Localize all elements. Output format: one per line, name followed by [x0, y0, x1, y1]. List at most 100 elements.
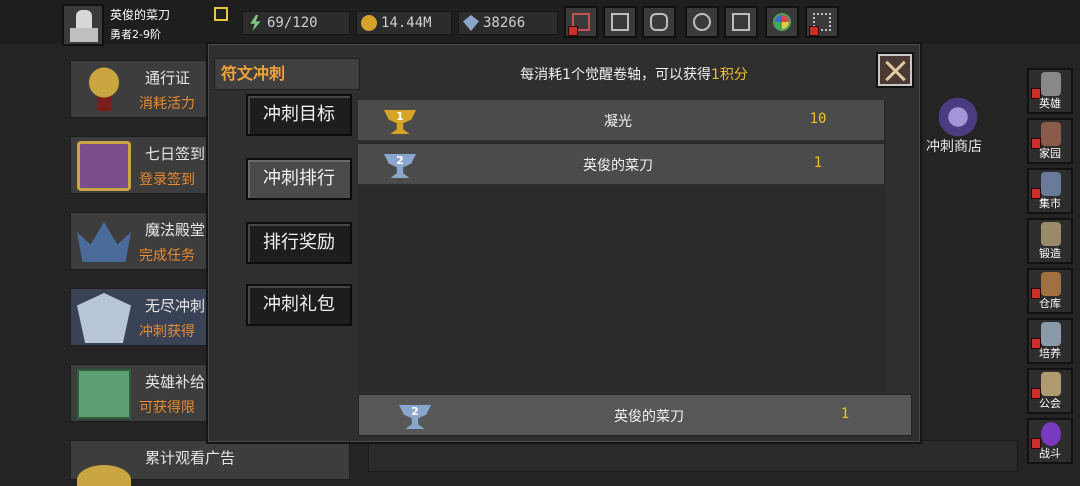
silver-trophy-icon: 2 [399, 405, 431, 429]
side-nav-guild[interactable]: 公会 [1027, 368, 1073, 414]
gem-icon [463, 15, 479, 31]
alert-badge-icon [568, 26, 578, 36]
silver-trophy-icon: 2 [384, 154, 416, 178]
side-nav-label: 锻造 [1039, 247, 1061, 260]
close-icon [884, 60, 906, 82]
side-nav-hero[interactable]: 英雄 [1027, 68, 1073, 114]
supply-crate-icon [77, 369, 131, 419]
background-panel [368, 440, 1018, 472]
settings-button[interactable] [685, 6, 719, 38]
feature-subtitle: 登录签到 [139, 172, 195, 188]
player-level: 勇者2-9阶 [110, 28, 161, 41]
ranking-player-name: 英俊的菜刀 [583, 158, 653, 174]
alert-badge-icon [809, 26, 819, 36]
avatar-robe [70, 28, 98, 42]
feature-subtitle: 冲刺获得 [139, 324, 195, 340]
ranking-row[interactable]: 2 英俊的菜刀 1 [358, 144, 884, 186]
side-nav-label: 战斗 [1039, 447, 1061, 460]
feature-subtitle: 消耗活力 [139, 96, 195, 112]
feature-subtitle: 可获得限 [139, 400, 195, 416]
side-nav-forge[interactable]: 锻造 [1027, 218, 1073, 264]
ranking-row[interactable]: 1 凝光 10 [358, 100, 884, 142]
gold-trophy-icon: 1 [384, 110, 416, 134]
side-nav-label: 英雄 [1039, 97, 1061, 110]
ranking-player-name: 凝光 [604, 114, 632, 130]
ranking-score: 10 [809, 111, 827, 127]
market-stall-icon [1041, 172, 1061, 196]
feature-title: 七日签到 [145, 145, 206, 163]
my-player-name: 英俊的菜刀 [614, 409, 684, 425]
side-nav-label: 公会 [1039, 397, 1061, 410]
gamepad-icon [650, 13, 668, 31]
rank-number: 2 [396, 154, 404, 167]
coin-icon [77, 465, 131, 486]
ranking-score: 1 [813, 155, 823, 171]
ranking-list[interactable]: 1 凝光 10 2 英俊的菜刀 1 [358, 100, 886, 392]
shop-cart-button[interactable] [564, 6, 598, 38]
gift-icon [732, 13, 750, 31]
rank-number: 1 [396, 110, 404, 123]
side-nav-train[interactable]: 培养 [1027, 318, 1073, 364]
color-wheel-icon [773, 13, 791, 31]
tab-ranking-rewards[interactable]: 排行奖励 [246, 222, 352, 264]
top-bar: 英俊的菜刀 勇者2-9阶 69/120 14.44M 38266 [0, 0, 1080, 46]
armor-icon [77, 293, 131, 343]
tab-sprint-ranking[interactable]: 冲刺排行 [246, 158, 352, 200]
feature-title: 无尽冲刺 [145, 297, 206, 315]
tab-sprint-goal[interactable]: 冲刺目标 [246, 94, 352, 136]
rune-sprint-dialog: 符文冲刺 每消耗1个觉醒卷轴，可以获得1积分 冲刺目标 冲刺排行 排行奖励 冲刺… [206, 42, 922, 444]
warehouse-icon [1041, 272, 1061, 296]
golden-cup-icon [77, 65, 131, 115]
side-nav-label: 仓库 [1039, 297, 1061, 310]
feature-ad-watch[interactable]: 累计观看广告 [70, 440, 350, 486]
my-ranking-row: 2 英俊的菜刀 1 [358, 394, 912, 436]
mail-button[interactable] [603, 6, 637, 38]
player-avatar[interactable] [62, 4, 104, 46]
energy-counter[interactable]: 69/120 [242, 11, 350, 35]
gold-coin-icon [361, 15, 377, 31]
side-nav-label: 家园 [1039, 147, 1061, 160]
my-score: 1 [840, 406, 850, 422]
feature-title: 英雄补给 [145, 373, 206, 391]
guild-banner-icon [1041, 372, 1061, 396]
feature-title: 累计观看广告 [145, 449, 236, 467]
anvil-icon [1041, 222, 1061, 246]
rank-number: 2 [411, 405, 419, 418]
feature-title: 魔法殿堂 [145, 221, 206, 239]
edit-icon[interactable] [214, 7, 228, 21]
feature-title: 通行证 [145, 69, 191, 87]
feature-subtitle: 完成任务 [139, 248, 195, 264]
gem-counter[interactable]: 38266 [458, 11, 558, 35]
points-info-highlight: 1积分 [711, 67, 748, 83]
side-nav-market[interactable]: 集市 [1027, 168, 1073, 214]
helmet-icon [1041, 72, 1061, 96]
gift-button[interactable] [724, 6, 758, 38]
side-nav-storage[interactable]: 仓库 [1027, 268, 1073, 314]
side-nav-label: 培养 [1039, 347, 1061, 360]
side-nav-label: 集市 [1039, 197, 1061, 210]
gamepad-button[interactable] [642, 6, 676, 38]
castle-icon [1041, 122, 1061, 146]
tab-sprint-pack[interactable]: 冲刺礼包 [246, 284, 352, 326]
mail-icon [611, 13, 629, 31]
close-button[interactable] [876, 52, 914, 88]
side-nav-home[interactable]: 家园 [1027, 118, 1073, 164]
points-info: 每消耗1个觉醒卷轴，可以获得1积分 [208, 64, 920, 84]
side-nav-battle[interactable]: 战斗 [1027, 418, 1073, 464]
treasure-chest-icon [77, 141, 131, 191]
energy-value: 69/120 [267, 15, 318, 31]
statue-icon [1041, 322, 1061, 346]
gem-value: 38266 [483, 15, 526, 31]
lightning-icon [250, 15, 261, 31]
color-wheel-button[interactable] [765, 6, 799, 38]
sprint-shop-portal-icon[interactable] [934, 96, 982, 138]
player-name: 英俊的菜刀 [110, 8, 171, 22]
crystal-crown-icon [77, 222, 131, 262]
points-info-text: 每消耗1个觉醒卷轴，可以获得 [520, 67, 711, 83]
gold-counter[interactable]: 14.44M [356, 11, 452, 35]
settings-gear-icon [693, 13, 711, 31]
firework-button[interactable] [805, 6, 839, 38]
portal-swirl-icon [1041, 422, 1061, 446]
gold-value: 14.44M [381, 15, 432, 31]
sprint-shop-label: 冲刺商店 [926, 139, 982, 155]
